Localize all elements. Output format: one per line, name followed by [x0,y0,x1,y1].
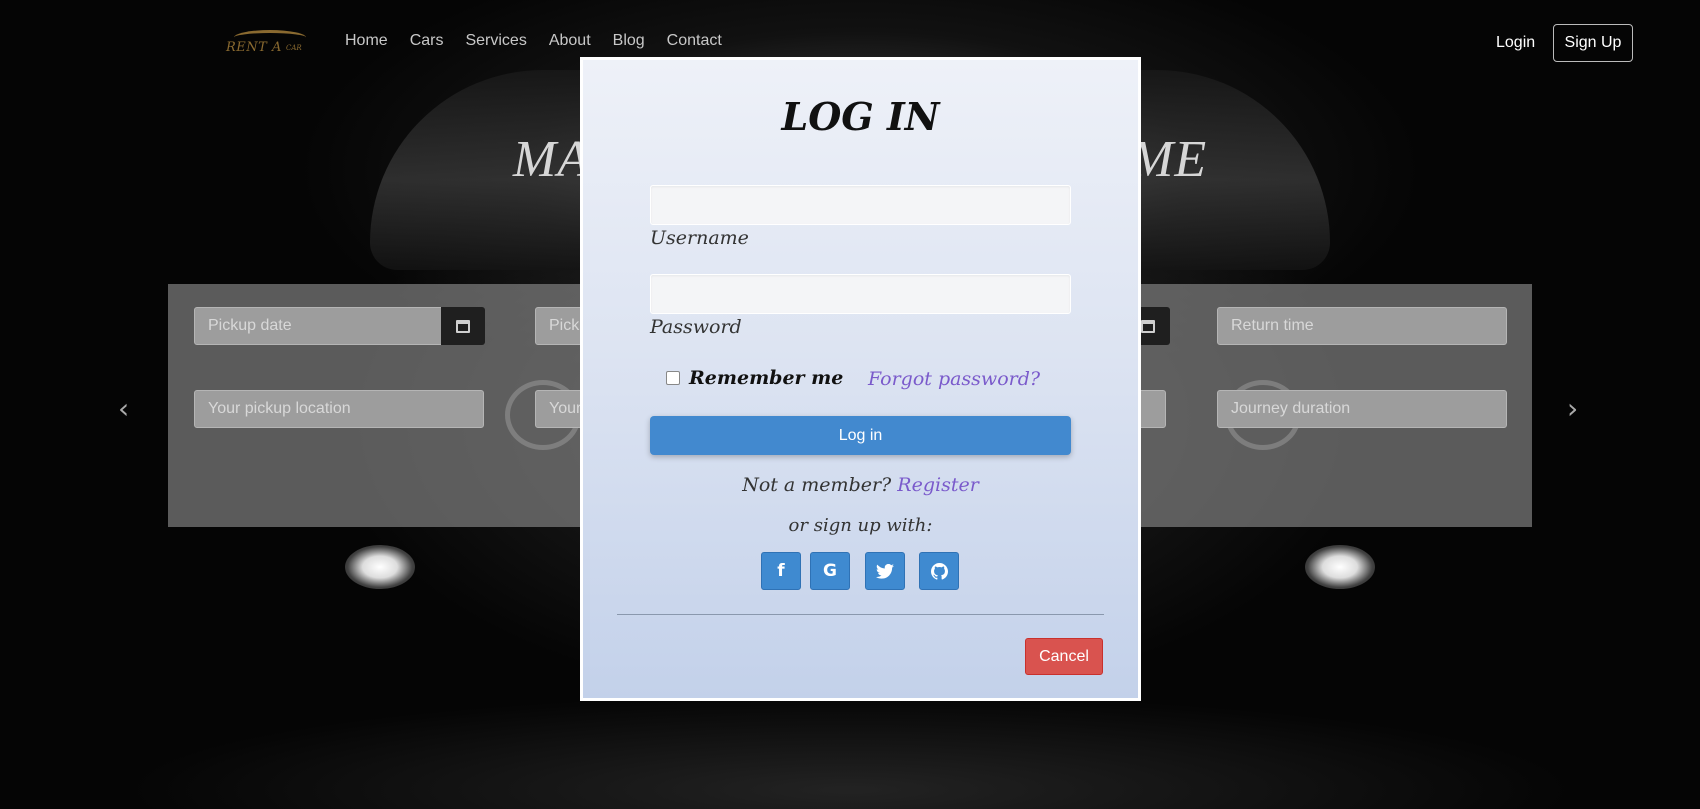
logo-subtext: CAR [286,44,302,52]
nav-link-about[interactable]: About [549,32,591,50]
return-time-input[interactable]: Return time [1217,307,1507,345]
pickup-date-input[interactable]: Pickup date [194,307,442,345]
pickup-date-calendar-button[interactable] [441,307,485,345]
modal-divider [617,614,1104,615]
nav-links: Home Cars Services About Blog Contact [345,32,744,50]
logo-text: RENT A [226,40,282,55]
remember-me-label[interactable]: Remember me [689,367,843,389]
github-signup-button[interactable] [919,552,959,590]
facebook-icon: f [777,561,785,581]
cancel-button[interactable]: Cancel [1025,638,1103,675]
password-label: Password [650,316,742,338]
calendar-icon [456,319,470,333]
nav-signup-button[interactable]: Sign Up [1553,24,1633,62]
hero-title-right: ME [1130,131,1208,188]
twitter-icon [876,563,894,579]
car-fog-light-right [1305,545,1375,589]
password-input[interactable] [650,274,1071,314]
carousel-next-icon[interactable]: › [1567,392,1578,425]
remember-me[interactable]: Remember me [666,367,843,389]
pickup-location-input[interactable]: Your pickup location [194,390,484,428]
carousel-prev-icon[interactable]: ‹ [118,392,129,425]
site-logo[interactable]: RENT A CAR [226,28,312,58]
hero-title-left: MA [512,131,590,188]
username-label: Username [650,227,749,249]
google-signup-button[interactable]: G [810,552,850,590]
forgot-password-link[interactable]: Forgot password? [868,368,1040,390]
car-fog-light-left [345,545,415,589]
nav-link-contact[interactable]: Contact [667,32,722,50]
modal-title: LOG IN [781,94,940,139]
not-member-text: Not a member? Register [583,474,1138,496]
nav-link-cars[interactable]: Cars [410,32,444,50]
or-signup-text: or sign up with: [788,515,933,536]
nav-link-home[interactable]: Home [345,32,388,50]
login-modal: LOG IN Username Password Remember me For… [580,57,1141,701]
twitter-signup-button[interactable] [865,552,905,590]
remember-me-checkbox[interactable] [666,371,680,385]
register-link[interactable]: Register [897,474,979,496]
nav-login-link[interactable]: Login [1496,34,1535,52]
nav-link-services[interactable]: Services [465,32,526,50]
calendar-icon [1141,319,1155,333]
username-input[interactable] [650,185,1071,225]
facebook-signup-button[interactable]: f [761,552,801,590]
google-icon: G [823,561,837,581]
github-icon [930,562,948,580]
login-button[interactable]: Log in [650,416,1071,455]
not-member-label: Not a member? [742,474,892,496]
nav-link-blog[interactable]: Blog [613,32,645,50]
journey-duration-input[interactable]: Journey duration [1217,390,1507,428]
